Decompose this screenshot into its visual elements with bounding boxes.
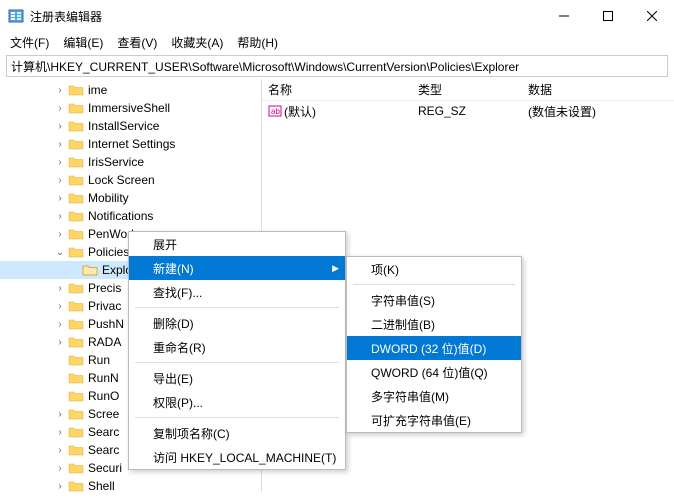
expand-icon[interactable]: › bbox=[54, 139, 66, 150]
menu-item[interactable]: 帮助(H) bbox=[231, 32, 284, 53]
tree-label: InstallService bbox=[88, 119, 159, 133]
tree-item[interactable]: › Shell bbox=[0, 477, 261, 492]
menu-bar: 文件(F)编辑(E)查看(V)收藏夹(A)帮助(H) bbox=[0, 32, 674, 53]
svg-text:ab: ab bbox=[271, 107, 280, 116]
expand-icon[interactable]: › bbox=[54, 481, 66, 492]
tree-item[interactable]: › Lock Screen bbox=[0, 171, 261, 189]
tree-label: RADA bbox=[88, 335, 121, 349]
menu-item[interactable]: 项(K) bbox=[347, 257, 521, 281]
window-title: 注册表编辑器 bbox=[30, 8, 542, 25]
tree-label: Notifications bbox=[88, 209, 153, 223]
title-bar: 注册表编辑器 bbox=[0, 0, 674, 32]
expand-icon[interactable]: › bbox=[54, 337, 66, 348]
tree-label: Securi bbox=[88, 461, 122, 475]
tree-label: Mobility bbox=[88, 191, 129, 205]
menu-separator bbox=[353, 284, 515, 285]
context-submenu-new[interactable]: 项(K) 字符串值(S)二进制值(B)DWORD (32 位)值(D)QWORD … bbox=[346, 256, 522, 433]
menu-item[interactable]: 导出(E) bbox=[129, 366, 345, 390]
tree-label: RunO bbox=[88, 389, 119, 403]
expand-icon[interactable]: › bbox=[54, 445, 66, 456]
list-header: 名称 类型 数据 bbox=[262, 79, 674, 101]
close-button[interactable] bbox=[630, 0, 674, 32]
tree-label: ime bbox=[88, 83, 107, 97]
expand-icon[interactable]: › bbox=[54, 283, 66, 294]
tree-item[interactable]: › Internet Settings bbox=[0, 135, 261, 153]
menu-item[interactable]: DWORD (32 位)值(D) bbox=[347, 336, 521, 360]
menu-item[interactable]: 重命名(R) bbox=[129, 335, 345, 359]
tree-label: Lock Screen bbox=[88, 173, 155, 187]
menu-item[interactable]: 权限(P)... bbox=[129, 390, 345, 414]
expand-icon[interactable]: › bbox=[54, 193, 66, 204]
value-name: (默认) bbox=[284, 103, 418, 120]
tree-item[interactable]: › InstallService bbox=[0, 117, 261, 135]
tree-label: ImmersiveShell bbox=[88, 101, 170, 115]
menu-item[interactable]: 多字符串值(M) bbox=[347, 384, 521, 408]
menu-item[interactable]: 二进制值(B) bbox=[347, 312, 521, 336]
tree-label: RunN bbox=[88, 371, 119, 385]
expand-icon[interactable]: ⌄ bbox=[54, 247, 66, 258]
tree-label: Scree bbox=[88, 407, 119, 421]
tree-label: Policies bbox=[88, 245, 129, 259]
expand-icon[interactable]: › bbox=[54, 301, 66, 312]
col-type[interactable]: 类型 bbox=[418, 81, 528, 98]
expand-icon[interactable]: › bbox=[54, 409, 66, 420]
col-data[interactable]: 数据 bbox=[528, 81, 552, 98]
tree-item[interactable]: › Notifications bbox=[0, 207, 261, 225]
value-type: REG_SZ bbox=[418, 104, 528, 118]
expand-icon[interactable]: › bbox=[54, 175, 66, 186]
tree-item[interactable]: › ime bbox=[0, 81, 261, 99]
list-row[interactable]: ab (默认) REG_SZ (数值未设置) bbox=[262, 101, 674, 121]
menu-item[interactable]: 访问 HKEY_LOCAL_MACHINE(T) bbox=[129, 445, 345, 469]
regedit-icon bbox=[8, 8, 24, 24]
submenu-arrow-icon: ▶ bbox=[332, 263, 339, 274]
tree-label: IrisService bbox=[88, 155, 144, 169]
menu-item[interactable]: 文件(F) bbox=[4, 32, 55, 53]
address-bar[interactable]: 计算机\HKEY_CURRENT_USER\Software\Microsoft… bbox=[6, 55, 668, 77]
menu-item[interactable]: 展开 bbox=[129, 232, 345, 256]
expand-icon[interactable]: › bbox=[54, 229, 66, 240]
tree-item[interactable]: › ImmersiveShell bbox=[0, 99, 261, 117]
tree-item[interactable]: › Mobility bbox=[0, 189, 261, 207]
menu-item[interactable]: 编辑(E) bbox=[57, 32, 109, 53]
expand-icon[interactable]: › bbox=[54, 157, 66, 168]
menu-item[interactable]: 删除(D) bbox=[129, 311, 345, 335]
tree-label: Shell bbox=[88, 479, 115, 492]
expand-icon[interactable]: › bbox=[54, 103, 66, 114]
tree-label: Internet Settings bbox=[88, 137, 175, 151]
minimize-button[interactable] bbox=[542, 0, 586, 32]
value-data: (数值未设置) bbox=[528, 103, 596, 120]
expand-icon[interactable]: › bbox=[54, 85, 66, 96]
menu-item[interactable]: 查看(V) bbox=[111, 32, 163, 53]
menu-item[interactable]: 收藏夹(A) bbox=[165, 32, 229, 53]
tree-label: PushN bbox=[88, 317, 124, 331]
menu-item[interactable]: 新建(N)▶ bbox=[129, 256, 345, 280]
menu-separator bbox=[135, 362, 339, 363]
menu-item[interactable]: 查找(F)... bbox=[129, 280, 345, 304]
window-controls bbox=[542, 0, 674, 32]
tree-item[interactable]: › IrisService bbox=[0, 153, 261, 171]
tree-label: Searc bbox=[88, 425, 119, 439]
expand-icon[interactable]: › bbox=[54, 211, 66, 222]
address-path: 计算机\HKEY_CURRENT_USER\Software\Microsoft… bbox=[11, 58, 519, 75]
tree-label: Searc bbox=[88, 443, 119, 457]
menu-item[interactable]: 复制项名称(C) bbox=[129, 421, 345, 445]
expand-icon[interactable]: › bbox=[54, 427, 66, 438]
col-name[interactable]: 名称 bbox=[268, 81, 418, 98]
menu-separator bbox=[135, 307, 339, 308]
maximize-button[interactable] bbox=[586, 0, 630, 32]
expand-icon[interactable]: › bbox=[54, 121, 66, 132]
menu-item[interactable]: QWORD (64 位)值(Q) bbox=[347, 360, 521, 384]
expand-icon[interactable]: › bbox=[54, 463, 66, 474]
menu-separator bbox=[135, 417, 339, 418]
string-value-icon: ab bbox=[268, 104, 282, 118]
tree-label: Precis bbox=[88, 281, 121, 295]
menu-item[interactable]: 字符串值(S) bbox=[347, 288, 521, 312]
context-menu[interactable]: 展开新建(N)▶查找(F)... 删除(D)重命名(R) 导出(E)权限(P)...… bbox=[128, 231, 346, 470]
expand-icon[interactable]: › bbox=[54, 319, 66, 330]
tree-label: Run bbox=[88, 353, 110, 367]
tree-label: Privac bbox=[88, 299, 121, 313]
menu-item[interactable]: 可扩充字符串值(E) bbox=[347, 408, 521, 432]
